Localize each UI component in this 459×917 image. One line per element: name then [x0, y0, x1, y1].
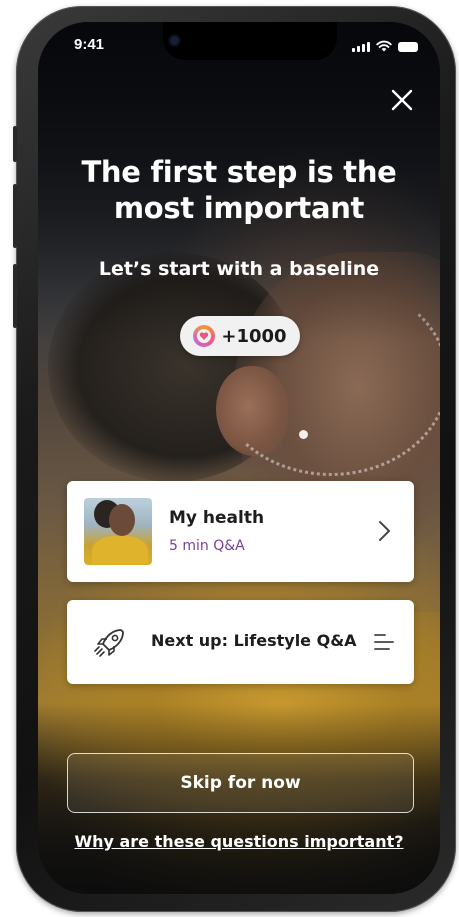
skip-button[interactable]: Skip for now	[67, 753, 414, 813]
why-questions-link[interactable]: Why are these questions important?	[58, 832, 420, 851]
reward-coin-icon	[193, 325, 216, 347]
screen: 9:41 The first step is the most importan…	[38, 22, 440, 894]
close-icon[interactable]	[388, 86, 416, 114]
my-health-duration: 5 min Q&A	[169, 538, 245, 554]
next-up-label: Next up: Lifestyle Q&A	[151, 631, 357, 650]
reward-points-value: +1000	[221, 325, 287, 347]
action-button	[13, 126, 17, 162]
reward-points-badge: +1000	[180, 316, 300, 356]
volume-up-button	[13, 184, 17, 248]
next-up-card: Next up: Lifestyle Q&A	[67, 600, 414, 684]
status-time: 9:41	[74, 36, 105, 53]
dynamic-island	[163, 22, 337, 60]
front-camera	[170, 36, 179, 45]
battery-icon	[398, 42, 418, 52]
my-health-card[interactable]: My health 5 min Q&A	[67, 481, 414, 582]
chevron-right-icon	[379, 521, 390, 541]
page-subtitle: Let’s start with a baseline	[98, 258, 380, 280]
rocket-icon	[94, 629, 124, 657]
wifi-icon	[376, 40, 392, 52]
my-health-thumbnail	[84, 498, 152, 565]
page-title: The first step is the most important	[81, 155, 397, 225]
cellular-signal-icon	[352, 42, 370, 52]
volume-down-button	[13, 264, 17, 328]
my-health-title: My health	[169, 508, 265, 528]
status-icons	[352, 40, 418, 52]
list-icon	[374, 634, 394, 650]
